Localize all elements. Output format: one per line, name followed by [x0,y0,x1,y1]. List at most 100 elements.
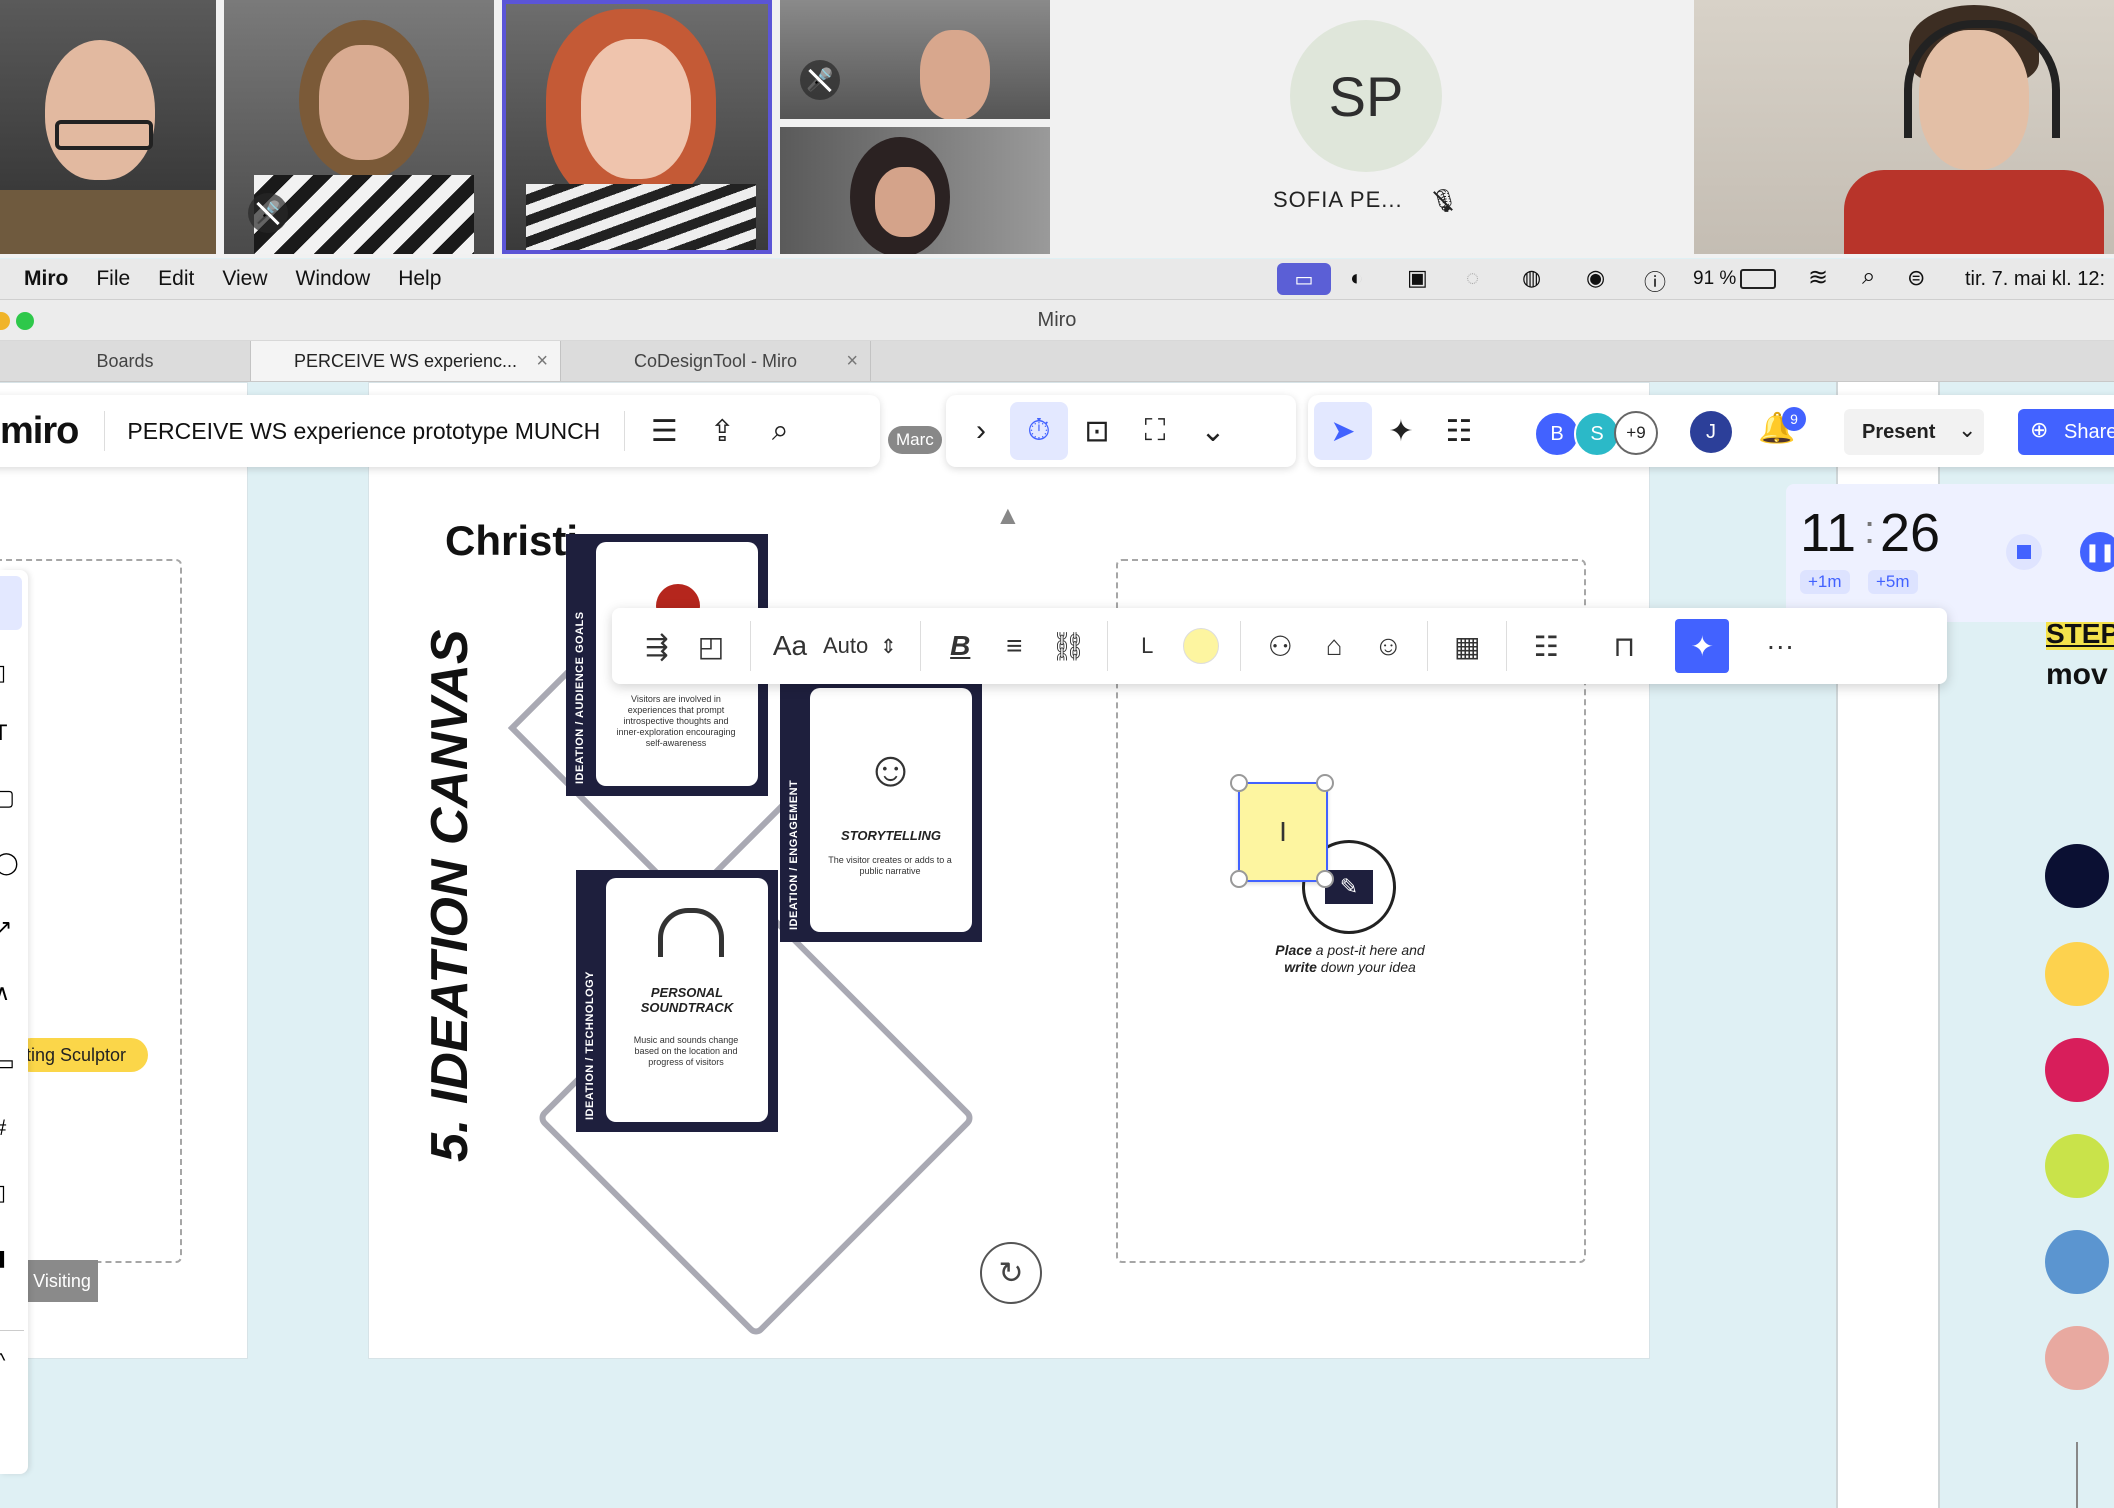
focus-icon[interactable]: ⛶ [1126,402,1184,460]
comment-icon[interactable]: ☷ [1519,619,1573,673]
tool-text-icon[interactable]: T [0,720,7,746]
card-storytelling[interactable]: ☺ STORYTELLING The visitor creates or ad… [780,680,982,942]
miro-logo[interactable]: miro [0,410,79,453]
tool-select[interactable] [0,576,22,630]
timer-pause-button[interactable]: ❚❚ [2080,532,2114,572]
export-icon[interactable]: ⇪ [693,402,751,460]
link-icon[interactable]: ⛓ [1041,619,1095,673]
avatar-j[interactable]: J [1690,411,1732,453]
color-dot-lime[interactable] [2045,1134,2109,1198]
tab-label: Boards [96,350,154,371]
chevron-double-down-icon[interactable]: ⌄ [1184,402,1242,460]
collapse-up-icon[interactable]: ▲ [995,500,1021,531]
reactions-icon[interactable]: ✦ [1372,402,1430,460]
window-close-button[interactable] [0,312,10,330]
sticky-shape-icon[interactable]: ◰ [684,619,738,673]
color-dot-navy[interactable] [2045,844,2109,908]
close-tab-icon[interactable]: × [536,350,548,373]
divider [104,411,106,451]
tool-comment-icon[interactable]: ▭ [0,1050,15,1076]
menu-edit[interactable]: Edit [158,267,194,291]
color-dot-peach[interactable] [2045,1326,2109,1390]
timer-icon[interactable]: ⏱ [1010,402,1068,460]
convert-icon[interactable]: ⇶ [630,619,684,673]
section-title: 5. IDEATION CANVAS [421,629,479,1162]
video-tile-2[interactable]: 🎤 [224,0,494,254]
timer-add-5m[interactable]: +5m [1868,570,1918,594]
card-icon[interactable]: ▦ [1440,619,1494,673]
emoji-icon[interactable]: ☺ [1361,619,1415,673]
spotlight-search-icon[interactable]: ⌕ [1862,263,1875,291]
menu-window[interactable]: Window [296,267,371,291]
sticky-note-selected[interactable]: I [1238,782,1328,882]
battery-icon[interactable] [1740,269,1776,289]
tool-shape-icon[interactable]: ◯ [0,850,19,876]
tool-collapse-icon[interactable]: ^ [0,1350,5,1373]
size-l-button[interactable]: L [1120,619,1174,673]
tool-upload-icon[interactable]: ▯ [0,1180,6,1206]
timer-add-1m[interactable]: +1m [1800,570,1850,594]
comments-icon[interactable]: ☷ [1430,402,1488,460]
ai-sparkle-icon[interactable]: ✦ [1675,619,1730,673]
color-dot-yellow[interactable] [2045,942,2109,1006]
resize-handle[interactable] [1230,774,1248,792]
follow-cursor-icon[interactable]: ➤ [1314,402,1372,460]
avatar-overflow[interactable]: +9 [1614,411,1658,455]
rotate-refresh-icon[interactable]: ↻ [980,1242,1042,1304]
status-icon-4[interactable]: ◍ [1522,265,1541,291]
status-icon-3[interactable]: ◌ [1466,265,1479,291]
chevron-right-icon[interactable]: › [952,402,1010,460]
voting-icon[interactable]: ⊡ [1068,402,1126,460]
resize-handle[interactable] [1316,774,1334,792]
tool-more-icon[interactable]: ▮ [0,1245,6,1271]
main-menu-icon[interactable]: ☰ [635,402,693,460]
bold-icon[interactable]: B [933,619,987,673]
color-dot-blue[interactable] [2045,1230,2109,1294]
tool-template-icon[interactable]: ▯ [0,660,6,686]
tab-boards[interactable]: Boards [0,341,251,381]
tool-sticky-icon[interactable]: ▢ [0,785,15,811]
tab-codesigntool[interactable]: CoDesignTool - Miro × [561,341,871,381]
screen-share-icon[interactable]: ▭ [1277,263,1331,295]
window-zoom-button[interactable] [16,312,34,330]
menu-view[interactable]: View [222,267,267,291]
status-icon-1[interactable]: ◐ [1350,265,1363,291]
close-tab-icon[interactable]: × [846,350,858,373]
font-icon[interactable]: Aa [763,619,817,673]
video-tile-1[interactable] [0,0,216,254]
resize-handle[interactable] [1230,870,1248,888]
status-icon-5[interactable]: ◉ [1586,265,1605,291]
menubar-datetime[interactable]: tir. 7. mai kl. 12: [1965,268,2105,291]
search-icon[interactable]: ⌕ [751,402,809,460]
video-tile-4[interactable]: 🎤 [780,0,1050,119]
tool-pen-icon[interactable]: ∧ [0,980,10,1006]
more-options-icon[interactable]: ··· [1753,619,1807,673]
present-dropdown-icon[interactable]: ⌄ [1958,417,1976,443]
assign-user-icon[interactable]: ⚇ [1253,619,1307,673]
video-tile-3-active[interactable] [502,0,772,254]
card-personal-soundtrack[interactable]: PERSONAL SOUNDTRACK Music and sounds cha… [576,870,778,1132]
color-dot-magenta[interactable] [2045,1038,2109,1102]
sticky-color-button[interactable] [1174,619,1228,673]
lock-icon[interactable]: ⊓ [1597,619,1651,673]
font-size-stepper[interactable]: ⇕ [868,619,908,673]
wifi-icon[interactable]: ≋ [1808,263,1828,292]
resize-handle[interactable] [1316,870,1334,888]
menu-help[interactable]: Help [398,267,441,291]
tab-perceive-board[interactable]: PERCEIVE WS experienc... × [251,341,561,381]
control-center-icon[interactable]: ⊜ [1907,265,1925,291]
accessibility-icon[interactable]: ⓘ [1644,265,1666,297]
video-tile-5[interactable] [780,127,1050,254]
timer-stop-button[interactable] [2006,534,2042,570]
font-size-value[interactable]: Auto [823,633,868,659]
board-title[interactable]: PERCEIVE WS experience prototype MUNCH [127,418,600,445]
menu-file[interactable]: File [96,267,130,291]
sticky-tag[interactable]: ting Sculptor [14,1038,148,1072]
status-icon-2[interactable]: ▣ [1407,265,1428,291]
tool-connector-icon[interactable]: ↗ [0,915,12,941]
tag-icon[interactable]: ⌂ [1307,619,1361,673]
align-icon[interactable]: ≡ [987,619,1041,673]
tool-frame-icon[interactable]: # [0,1115,6,1141]
video-tile-6[interactable] [1694,0,2114,254]
menu-app-name[interactable]: Miro [24,267,68,291]
